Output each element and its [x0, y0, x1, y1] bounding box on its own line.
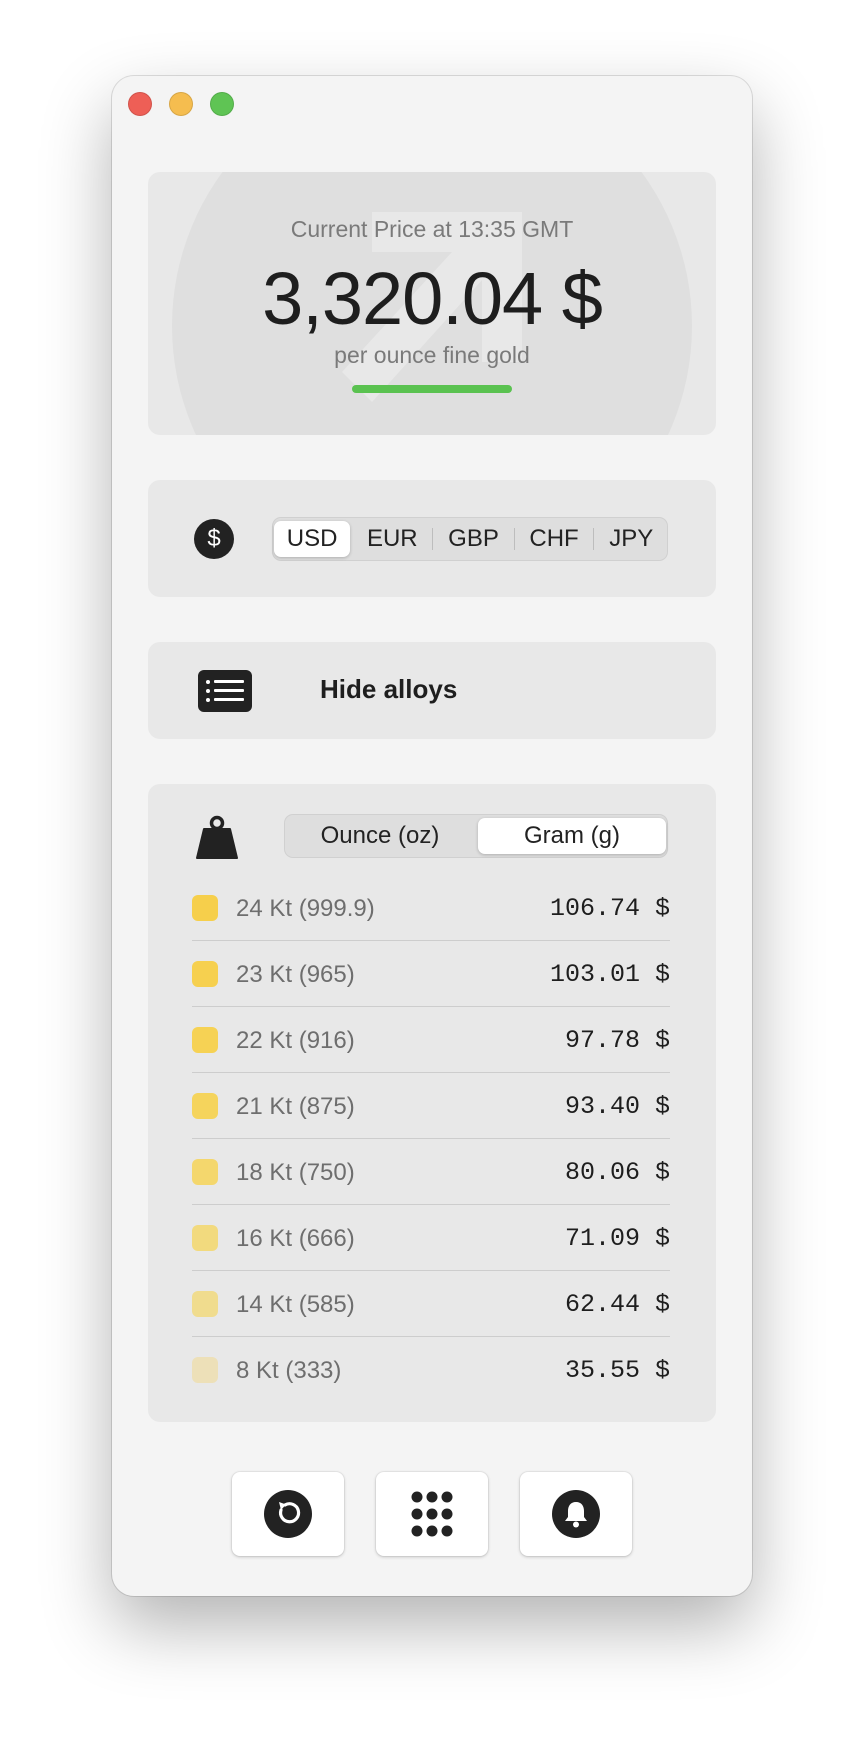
alloy-row: 21 Kt (875) 93.40 $ [192, 1073, 670, 1139]
alloy-name: 14 Kt (585) [236, 1291, 355, 1318]
price-card: Current Price at 13:35 GMT 3,320.04 $ pe… [148, 172, 716, 435]
price-unit-caption: per ounce fine gold [334, 342, 530, 368]
currency-option-usd[interactable]: USD [274, 521, 351, 557]
dollar-circle-icon: $ [194, 519, 234, 559]
currency-card: $ USD EUR GBP CHF JPY [148, 480, 716, 597]
alloy-row: 16 Kt (666) 71.09 $ [192, 1205, 670, 1271]
alloy-price: 103.01 $ [549, 960, 670, 989]
alloy-price: 93.40 $ [564, 1092, 670, 1121]
currency-option-chf[interactable]: CHF [517, 521, 592, 557]
segment-divider [513, 528, 515, 550]
gold-price-value: 3,320.04 $ [262, 257, 603, 340]
minimize-window-button[interactable] [169, 92, 193, 116]
weight-icon [196, 815, 238, 859]
alloy-price: 62.44 $ [564, 1290, 670, 1319]
alloy-price-card: Ounce (oz) Gram (g) 24 Kt (999.9) 106.74… [148, 784, 716, 1422]
alloy-row: 14 Kt (585) 62.44 $ [192, 1271, 670, 1337]
currency-option-eur[interactable]: EUR [354, 521, 430, 557]
gold-color-swatch [192, 1093, 218, 1119]
alloy-name: 22 Kt (916) [236, 1027, 355, 1054]
refresh-button[interactable] [232, 1472, 344, 1556]
alloy-row: 24 Kt (999.9) 106.74 $ [192, 875, 670, 941]
alloy-price: 80.06 $ [564, 1158, 670, 1187]
alloy-price: 106.74 $ [549, 894, 670, 923]
app-window: Current Price at 13:35 GMT 3,320.04 $ pe… [112, 76, 752, 1596]
alloy-row: 23 Kt (965) 103.01 $ [192, 941, 670, 1007]
gold-color-swatch [192, 961, 218, 987]
refresh-icon [264, 1490, 312, 1538]
alloy-name: 24 Kt (999.9) [236, 895, 375, 922]
alloy-name: 8 Kt (333) [236, 1357, 342, 1384]
alloy-price: 35.55 $ [564, 1356, 670, 1385]
window-controls [128, 92, 234, 116]
alloy-name: 16 Kt (666) [236, 1225, 355, 1252]
price-timestamp-label: Current Price at 13:35 GMT [290, 216, 574, 242]
alloy-list: 24 Kt (999.9) 106.74 $ 23 Kt (965) 103.0… [192, 875, 670, 1402]
gold-color-swatch [192, 1159, 218, 1185]
bottom-toolbar [232, 1472, 632, 1556]
alloy-price: 97.78 $ [564, 1026, 670, 1055]
currency-option-jpy[interactable]: JPY [596, 521, 666, 557]
alloy-row: 22 Kt (916) 97.78 $ [192, 1007, 670, 1073]
unit-option-ounce[interactable]: Ounce (oz) [286, 818, 474, 854]
segment-divider [593, 528, 595, 550]
unit-selector: Ounce (oz) Gram (g) [284, 814, 668, 858]
gold-color-swatch [192, 1027, 218, 1053]
hide-alloys-button[interactable]: Hide alloys [148, 642, 716, 739]
gold-color-swatch [192, 895, 218, 921]
alloy-name: 21 Kt (875) [236, 1093, 355, 1120]
zoom-window-button[interactable] [210, 92, 234, 116]
grid-icon [411, 1491, 453, 1537]
apps-grid-button[interactable] [376, 1472, 488, 1556]
alloy-price: 71.09 $ [564, 1224, 670, 1253]
currency-selector: USD EUR GBP CHF JPY [272, 517, 668, 561]
gold-color-swatch [192, 1225, 218, 1251]
alloy-name: 18 Kt (750) [236, 1159, 355, 1186]
unit-option-gram[interactable]: Gram (g) [478, 818, 666, 854]
alloy-name: 23 Kt (965) [236, 961, 355, 988]
gold-color-swatch [192, 1291, 218, 1317]
alloy-row: 8 Kt (333) 35.55 $ [192, 1337, 670, 1402]
bell-icon [552, 1490, 600, 1538]
currency-option-gbp[interactable]: GBP [435, 521, 511, 557]
notifications-button[interactable] [520, 1472, 632, 1556]
trend-indicator-bar [352, 385, 512, 393]
segment-divider [432, 528, 434, 550]
hide-alloys-label: Hide alloys [320, 674, 458, 704]
list-icon [198, 670, 252, 712]
close-window-button[interactable] [128, 92, 152, 116]
alloy-row: 18 Kt (750) 80.06 $ [192, 1139, 670, 1205]
gold-color-swatch [192, 1357, 218, 1383]
